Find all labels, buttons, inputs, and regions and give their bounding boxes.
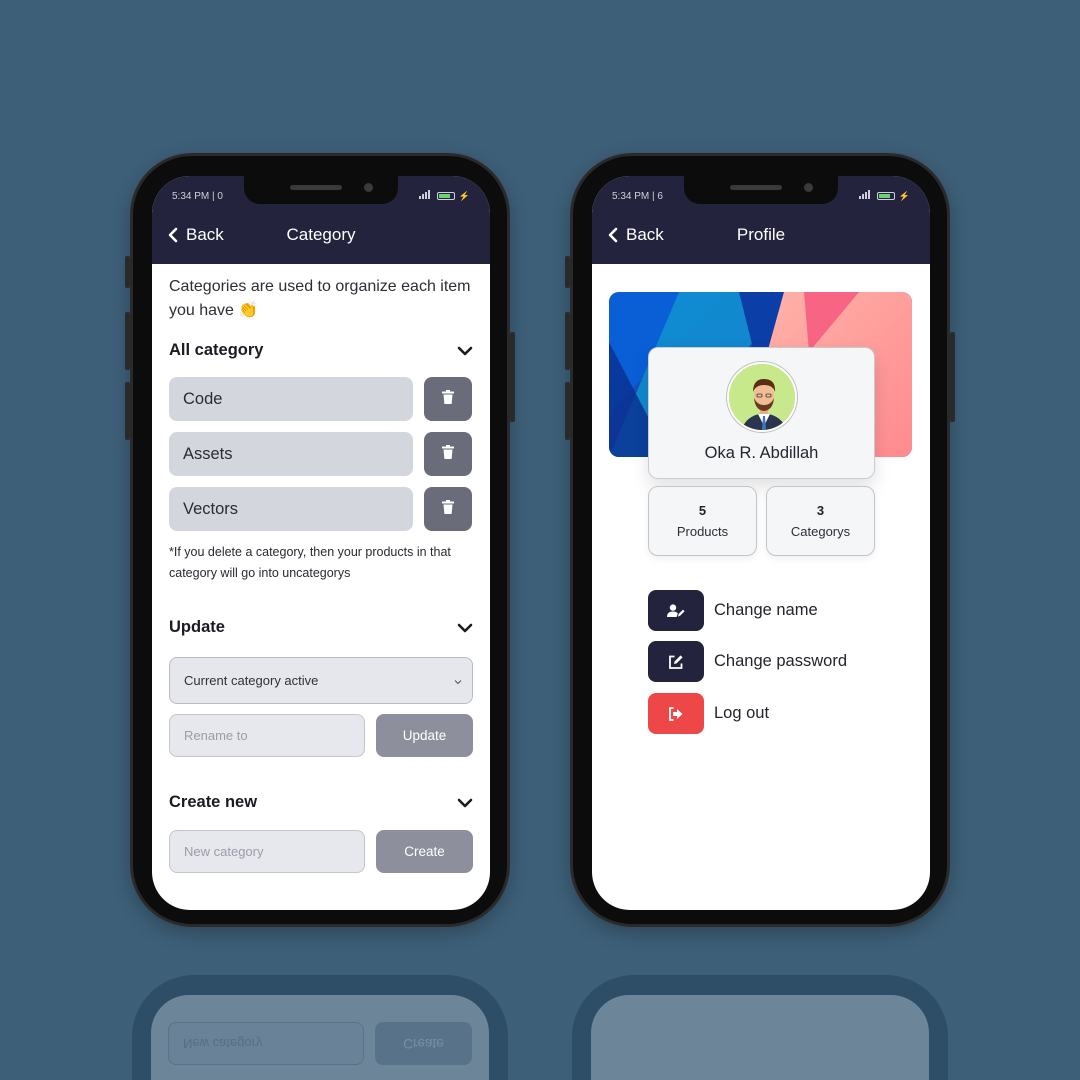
user-edit-icon (648, 590, 704, 631)
profile-card: Oka R. Abdillah (648, 347, 875, 479)
update-header[interactable]: Update (169, 618, 473, 637)
logout-icon (648, 693, 704, 734)
delete-button[interactable] (424, 377, 472, 421)
profile-phone: 5:34 PM | 6 ⚡ Back Profile Oka R. Abdill… (565, 153, 955, 927)
nav-row: Back Profile (608, 222, 914, 248)
charging-icon: ⚡ (898, 190, 910, 201)
select-value: Current category active (184, 673, 319, 688)
logout-button[interactable]: Log out (648, 693, 769, 734)
user-name: Oka R. Abdillah (704, 444, 819, 462)
logout-label: Log out (714, 704, 770, 722)
intro-text: Categories are used to organize each ite… (169, 278, 471, 319)
products-stat[interactable]: 5 Products (648, 486, 757, 556)
phone-mute-switch (565, 256, 570, 288)
phone-power-button (950, 332, 955, 422)
categories-stat[interactable]: 3 Categorys (766, 486, 875, 556)
edit-icon (648, 641, 704, 682)
profile-screen: 5:34 PM | 6 ⚡ Back Profile Oka R. Abdill… (592, 176, 930, 910)
category-item[interactable]: Assets (169, 432, 413, 476)
reflected-input: New category (168, 1022, 364, 1065)
change-name-label: Change name (714, 601, 818, 619)
phone-notch (684, 176, 838, 204)
signal-icon (858, 190, 873, 202)
trash-icon (442, 499, 454, 519)
category-select[interactable]: Current category active (169, 657, 473, 704)
status-time: 5:34 PM | 0 (172, 190, 223, 202)
delete-button[interactable] (424, 432, 472, 476)
nav-row: Back Category (168, 222, 474, 248)
select-chevron-icon (454, 673, 462, 688)
update-button[interactable]: Update (376, 714, 473, 757)
category-phone-reflection: New category Create (132, 975, 508, 1080)
back-button[interactable]: Back (168, 225, 224, 245)
delete-note: *If you delete a category, then your pro… (169, 545, 451, 580)
category-content: Categories are used to organize each ite… (169, 264, 473, 910)
notch-speaker (290, 185, 342, 190)
change-password-button[interactable]: Change password (648, 641, 847, 682)
category-item[interactable]: Code (169, 377, 413, 421)
phone-volume-down (125, 382, 130, 440)
delete-button[interactable] (424, 487, 472, 531)
category-list: Code Assets Vectors (169, 377, 473, 531)
all-category-heading: All category (169, 341, 264, 359)
category-phone: 5:34 PM | 0 ⚡ Back Category Categories a… (125, 153, 515, 927)
category-row: Assets (169, 432, 473, 476)
new-category-input[interactable] (169, 830, 365, 873)
battery-icon (876, 192, 895, 200)
battery-icon (436, 192, 455, 200)
chevron-left-icon (168, 227, 178, 243)
status-time: 5:34 PM | 6 (612, 190, 663, 202)
back-label: Back (626, 225, 664, 244)
create-button[interactable]: Create (376, 830, 473, 873)
phone-mute-switch (125, 256, 130, 288)
trash-icon (442, 389, 454, 409)
category-screen: 5:34 PM | 0 ⚡ Back Category Categories a… (152, 176, 490, 910)
create-header[interactable]: Create new (169, 793, 473, 812)
trash-icon (442, 444, 454, 464)
notch-camera (804, 183, 813, 192)
category-row: Vectors (169, 487, 473, 531)
all-category-header[interactable]: All category (169, 341, 473, 360)
products-count: 5 (698, 503, 707, 518)
chevron-left-icon (608, 227, 618, 243)
reflected-button: Create (375, 1022, 472, 1065)
category-item[interactable]: Vectors (169, 487, 413, 531)
signal-icon (418, 190, 433, 202)
reflection-screen: New category Create (151, 995, 489, 1080)
products-label: Products (676, 524, 729, 539)
categories-label: Categorys (790, 524, 851, 539)
phone-notch (244, 176, 398, 204)
chevron-down-icon[interactable] (457, 346, 473, 356)
categories-count: 3 (816, 503, 825, 518)
phone-power-button (510, 332, 515, 422)
back-label: Back (186, 225, 224, 244)
phone-volume-down (565, 382, 570, 440)
avatar[interactable] (726, 362, 797, 432)
notch-speaker (730, 185, 782, 190)
change-name-button[interactable]: Change name (648, 590, 818, 631)
back-button[interactable]: Back (608, 225, 664, 245)
rename-row: Update (169, 714, 473, 757)
reflection-screen (591, 995, 929, 1080)
phone-volume-up (565, 312, 570, 370)
change-password-label: Change password (714, 652, 847, 670)
category-row: Code (169, 377, 473, 421)
create-row: Create (169, 830, 473, 873)
status-icons: ⚡ (418, 190, 470, 202)
charging-icon: ⚡ (458, 190, 470, 201)
rename-input[interactable] (169, 714, 365, 757)
create-heading: Create new (169, 793, 258, 811)
phone-volume-up (125, 312, 130, 370)
notch-camera (364, 183, 373, 192)
update-heading: Update (169, 618, 225, 636)
chevron-down-icon[interactable] (457, 798, 473, 808)
profile-phone-reflection (572, 975, 948, 1080)
chevron-down-icon[interactable] (457, 623, 473, 633)
status-icons: ⚡ (858, 190, 910, 202)
